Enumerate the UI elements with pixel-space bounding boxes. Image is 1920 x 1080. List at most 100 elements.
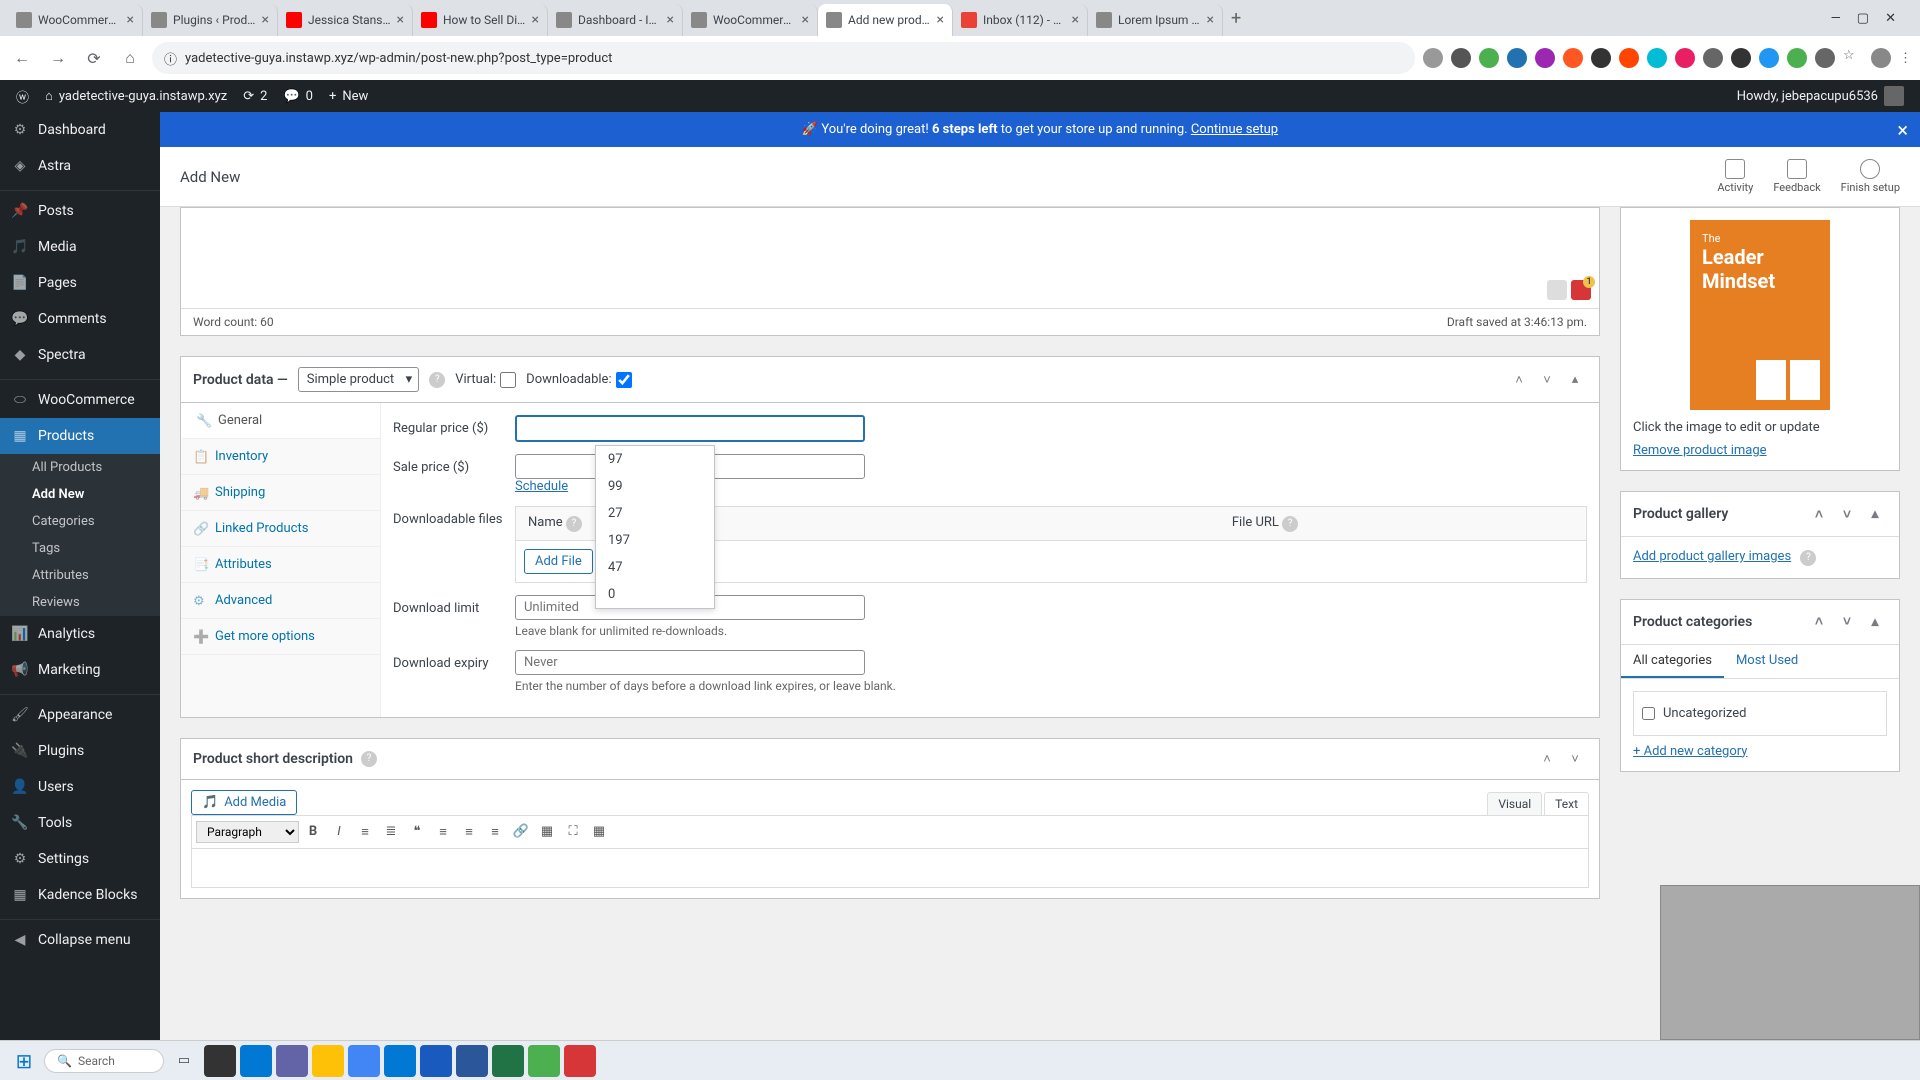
submenu-add-new[interactable]: Add New: [0, 481, 160, 508]
browser-tab[interactable]: Jessica Stansberry - Y×: [278, 4, 413, 36]
extension-icon[interactable]: [1479, 48, 1499, 68]
extension-icon[interactable]: [1451, 48, 1471, 68]
submenu-tags[interactable]: Tags: [0, 535, 160, 562]
chevron-up-icon[interactable]: ˄: [1535, 747, 1559, 771]
align-center-button[interactable]: ≡: [457, 820, 481, 844]
suggestion-item[interactable]: 47: [596, 554, 714, 581]
sidebar-item-posts[interactable]: 📌Posts: [0, 193, 160, 229]
sidebar-item-marketing[interactable]: 📢Marketing: [0, 652, 160, 688]
editor-icon[interactable]: [1547, 280, 1567, 300]
virtual-checkbox[interactable]: Virtual:: [455, 372, 516, 388]
submenu-attributes[interactable]: Attributes: [0, 562, 160, 589]
sidebar-item-astra[interactable]: ◈Astra: [0, 148, 160, 184]
toolbar-toggle-button[interactable]: ▦: [587, 820, 611, 844]
sidebar-item-spectra[interactable]: ◆Spectra: [0, 337, 160, 373]
fullscreen-button[interactable]: ⛶: [561, 820, 585, 844]
taskbar-app-icon[interactable]: [384, 1045, 416, 1077]
sidebar-item-plugins[interactable]: 🔌Plugins: [0, 733, 160, 769]
align-right-button[interactable]: ≡: [483, 820, 507, 844]
close-window-icon[interactable]: ✕: [1885, 11, 1896, 26]
chevron-down-icon[interactable]: ˅: [1835, 610, 1859, 634]
chevron-down-icon[interactable]: ˅: [1835, 502, 1859, 526]
extensions-menu-icon[interactable]: [1815, 48, 1835, 68]
editor-badge-icon[interactable]: 1: [1571, 280, 1591, 300]
taskbar-app-icon[interactable]: [312, 1045, 344, 1077]
browser-tab[interactable]: Dashboard - InstaWP×: [548, 4, 683, 36]
home-button[interactable]: ⌂: [116, 44, 144, 72]
extension-icon[interactable]: [1423, 48, 1443, 68]
start-button[interactable]: ⊞: [8, 1045, 40, 1077]
extension-icon[interactable]: [1731, 48, 1751, 68]
tab-attributes[interactable]: 📑Attributes: [181, 547, 380, 583]
quote-button[interactable]: ❝: [405, 820, 429, 844]
extension-icon[interactable]: [1507, 48, 1527, 68]
new-content[interactable]: + New: [321, 89, 376, 104]
extension-icon[interactable]: [1563, 48, 1583, 68]
short-description-editor[interactable]: [191, 848, 1589, 888]
browser-tab[interactable]: Inbox (112) - sherifal×: [953, 4, 1088, 36]
close-icon[interactable]: ×: [532, 12, 539, 28]
sidebar-item-pages[interactable]: 📄Pages: [0, 265, 160, 301]
menu-icon[interactable]: ⋮: [1899, 51, 1912, 66]
close-icon[interactable]: ×: [667, 12, 674, 28]
suggestion-item[interactable]: 0: [596, 581, 714, 608]
most-used-tab[interactable]: Most Used: [1724, 645, 1810, 678]
help-icon[interactable]: ?: [1800, 550, 1816, 566]
back-button[interactable]: ←: [8, 44, 36, 72]
taskbar-app-icon[interactable]: [456, 1045, 488, 1077]
bullet-list-button[interactable]: ≡: [353, 820, 377, 844]
suggestion-item[interactable]: 97: [596, 446, 714, 473]
profile-avatar[interactable]: [1871, 48, 1891, 68]
add-gallery-link[interactable]: Add product gallery images: [1633, 549, 1791, 564]
taskbar-app-icon[interactable]: [348, 1045, 380, 1077]
submenu-categories[interactable]: Categories: [0, 508, 160, 535]
close-icon[interactable]: ×: [262, 12, 269, 28]
suggestion-item[interactable]: 99: [596, 473, 714, 500]
tab-general[interactable]: 🔧General: [181, 403, 380, 439]
new-tab-button[interactable]: +: [1223, 8, 1249, 29]
sidebar-item-kadence[interactable]: ▦Kadence Blocks: [0, 877, 160, 913]
close-icon[interactable]: ×: [1207, 12, 1214, 28]
extension-icon[interactable]: [1787, 48, 1807, 68]
close-icon[interactable]: ×: [802, 12, 809, 28]
browser-tab[interactable]: How to Sell Digital P×: [413, 4, 548, 36]
site-info-icon[interactable]: ⓘ: [164, 49, 177, 68]
task-view-icon[interactable]: ▭: [168, 1045, 200, 1077]
chevron-up-icon[interactable]: ˄: [1807, 610, 1831, 634]
close-icon[interactable]: ×: [1072, 12, 1079, 28]
wp-logo[interactable]: ⓦ: [8, 87, 37, 106]
number-list-button[interactable]: ≣: [379, 820, 403, 844]
taskbar-app-icon[interactable]: [204, 1045, 236, 1077]
close-icon[interactable]: ×: [937, 12, 944, 28]
product-type-select[interactable]: Simple product ▾: [298, 367, 419, 392]
minimize-icon[interactable]: —: [1831, 11, 1841, 26]
format-select[interactable]: Paragraph: [196, 821, 299, 843]
extension-icon[interactable]: [1647, 48, 1667, 68]
browser-tab[interactable]: WooCommerce settin×: [8, 4, 143, 36]
visual-tab[interactable]: Visual: [1487, 792, 1542, 815]
forward-button[interactable]: →: [44, 44, 72, 72]
close-banner-icon[interactable]: ×: [1897, 118, 1908, 142]
address-bar[interactable]: ⓘ yadetective-guya.instawp.xyz/wp-admin/…: [152, 42, 1415, 74]
all-categories-tab[interactable]: All categories: [1621, 645, 1724, 678]
add-category-link[interactable]: + Add new category: [1633, 744, 1747, 759]
sidebar-item-users[interactable]: 👤Users: [0, 769, 160, 805]
comments-count[interactable]: 💬 0: [275, 89, 321, 104]
help-icon[interactable]: ?: [429, 372, 445, 388]
taskbar-app-icon[interactable]: [240, 1045, 272, 1077]
sidebar-item-tools[interactable]: 🔧Tools: [0, 805, 160, 841]
sidebar-item-dashboard[interactable]: ⚙Dashboard: [0, 112, 160, 148]
sidebar-item-analytics[interactable]: 📊Analytics: [0, 616, 160, 652]
add-file-button[interactable]: Add File: [524, 549, 593, 574]
add-media-button[interactable]: 🎵 Add Media: [191, 790, 297, 815]
help-icon[interactable]: ?: [566, 516, 582, 532]
regular-price-input[interactable]: [515, 415, 865, 442]
download-expiry-input[interactable]: [515, 650, 865, 675]
finish-setup-button[interactable]: Finish setup: [1841, 159, 1900, 194]
tab-advanced[interactable]: ⚙Advanced: [181, 583, 380, 619]
remove-image-link[interactable]: Remove product image: [1633, 443, 1767, 458]
help-icon[interactable]: ?: [361, 751, 377, 767]
tab-linked-products[interactable]: 🔗Linked Products: [181, 511, 380, 547]
site-name[interactable]: ⌂ yadetective-guya.instawp.xyz: [37, 88, 235, 104]
sidebar-item-comments[interactable]: 💬Comments: [0, 301, 160, 337]
